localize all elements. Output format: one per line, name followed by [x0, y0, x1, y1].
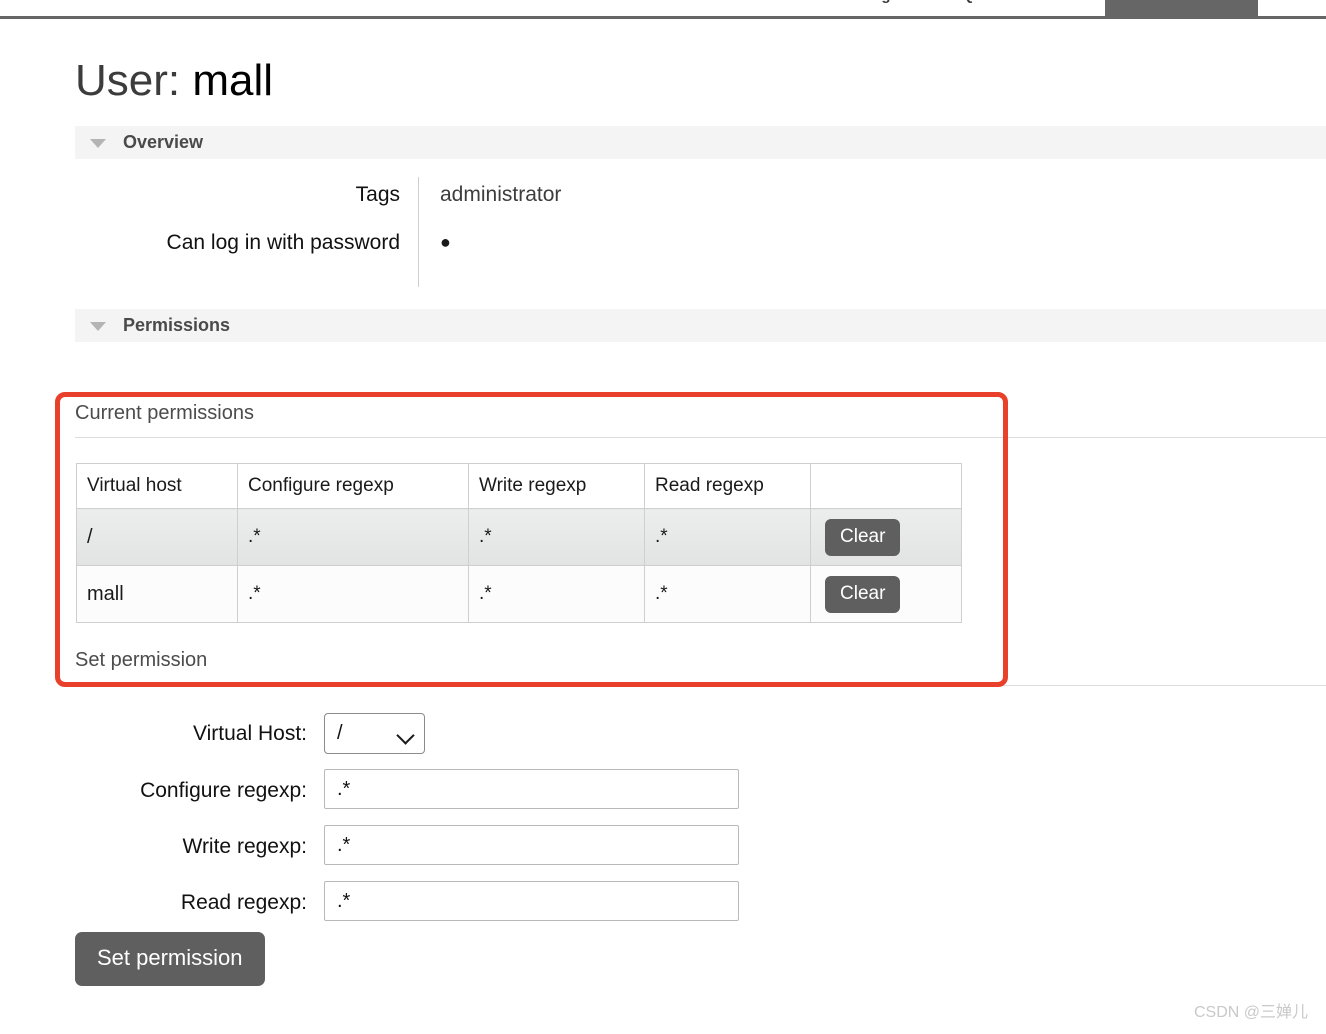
current-permissions-divider [75, 437, 1326, 438]
set-permission-label: Set permission [75, 649, 208, 671]
overview-value-tags: administrator [440, 183, 562, 206]
tab-exchanges[interactable]: Exchanges [828, 0, 907, 4]
clear-permission-button[interactable]: Clear [825, 575, 901, 613]
page-title-prefix: User: [75, 56, 181, 105]
section-title-overview: Overview [123, 132, 204, 152]
section-header-overview[interactable]: Overview [75, 126, 1326, 159]
current-permissions-label: Current permissions [75, 402, 254, 424]
cell-write-regexp: .* [468, 508, 645, 566]
cell-configure-regexp: .* [237, 565, 469, 623]
virtual-host-select[interactable]: / [324, 713, 425, 754]
triangle-down-icon [90, 322, 106, 331]
triangle-down-icon [90, 139, 106, 148]
overview-value-can-login: ● [440, 232, 451, 252]
cell-read-regexp: .* [644, 565, 811, 623]
overview-details: Tags administrator Can log in with passw… [75, 171, 1326, 293]
cell-virtual-host: / [76, 508, 238, 566]
table-row: / .* .* .* Clear [76, 508, 962, 566]
column-header-actions [810, 463, 962, 509]
virtual-host-select-value: / [337, 722, 343, 744]
form-row-write-regexp: Write regexp: [75, 822, 975, 878]
form-row-read-regexp: Read regexp: [75, 878, 975, 934]
column-header-write-regexp: Write regexp [468, 463, 645, 509]
main-tab-bar[interactable]: Exchanges Queues Admin [0, 0, 1326, 19]
set-permission-button[interactable]: Set permission [75, 932, 265, 986]
page-title: User: mall [75, 55, 273, 107]
tab-admin[interactable]: Admin [1105, 0, 1258, 16]
section-header-permissions[interactable]: Permissions [75, 309, 1326, 342]
configure-regexp-input[interactable] [324, 769, 739, 809]
chevron-down-icon [396, 726, 415, 745]
overview-label-can-login: Can log in with password [166, 231, 400, 254]
column-header-virtual-host: Virtual host [76, 463, 238, 509]
current-permissions-table: Virtual host Configure regexp Write rege… [76, 463, 962, 623]
form-label-write-regexp: Write regexp: [182, 835, 308, 858]
cell-write-regexp: .* [468, 565, 645, 623]
section-title-permissions: Permissions [123, 315, 231, 335]
overview-label-tags: Tags [355, 183, 400, 206]
clear-permission-button[interactable]: Clear [825, 518, 901, 556]
column-header-read-regexp: Read regexp [644, 463, 811, 509]
cell-configure-regexp: .* [237, 508, 469, 566]
watermark: CSDN @三婵儿 [1193, 1004, 1308, 1021]
set-permission-divider [75, 685, 1326, 686]
overview-row-can-login: Can log in with password ● [75, 227, 975, 273]
tab-admin-label: Admin [1127, 0, 1174, 3]
form-row-virtual-host: Virtual Host: / [75, 709, 975, 765]
page-title-username: mall [192, 56, 274, 105]
overview-row-tags: Tags administrator [75, 179, 975, 225]
form-label-configure-regexp: Configure regexp: [140, 779, 307, 802]
form-row-configure-regexp: Configure regexp: [75, 766, 975, 822]
cell-virtual-host: mall [76, 565, 238, 623]
form-label-virtual-host: Virtual Host: [193, 722, 307, 745]
form-label-read-regexp: Read regexp: [180, 891, 307, 914]
column-header-configure-regexp: Configure regexp [237, 463, 469, 509]
table-row: mall .* .* .* Clear [76, 565, 962, 623]
read-regexp-input[interactable] [324, 881, 739, 921]
table-header-row: Virtual host Configure regexp Write rege… [76, 463, 962, 509]
tab-queues[interactable]: Queues [962, 0, 1017, 4]
write-regexp-input[interactable] [324, 825, 739, 865]
cell-read-regexp: .* [644, 508, 811, 566]
